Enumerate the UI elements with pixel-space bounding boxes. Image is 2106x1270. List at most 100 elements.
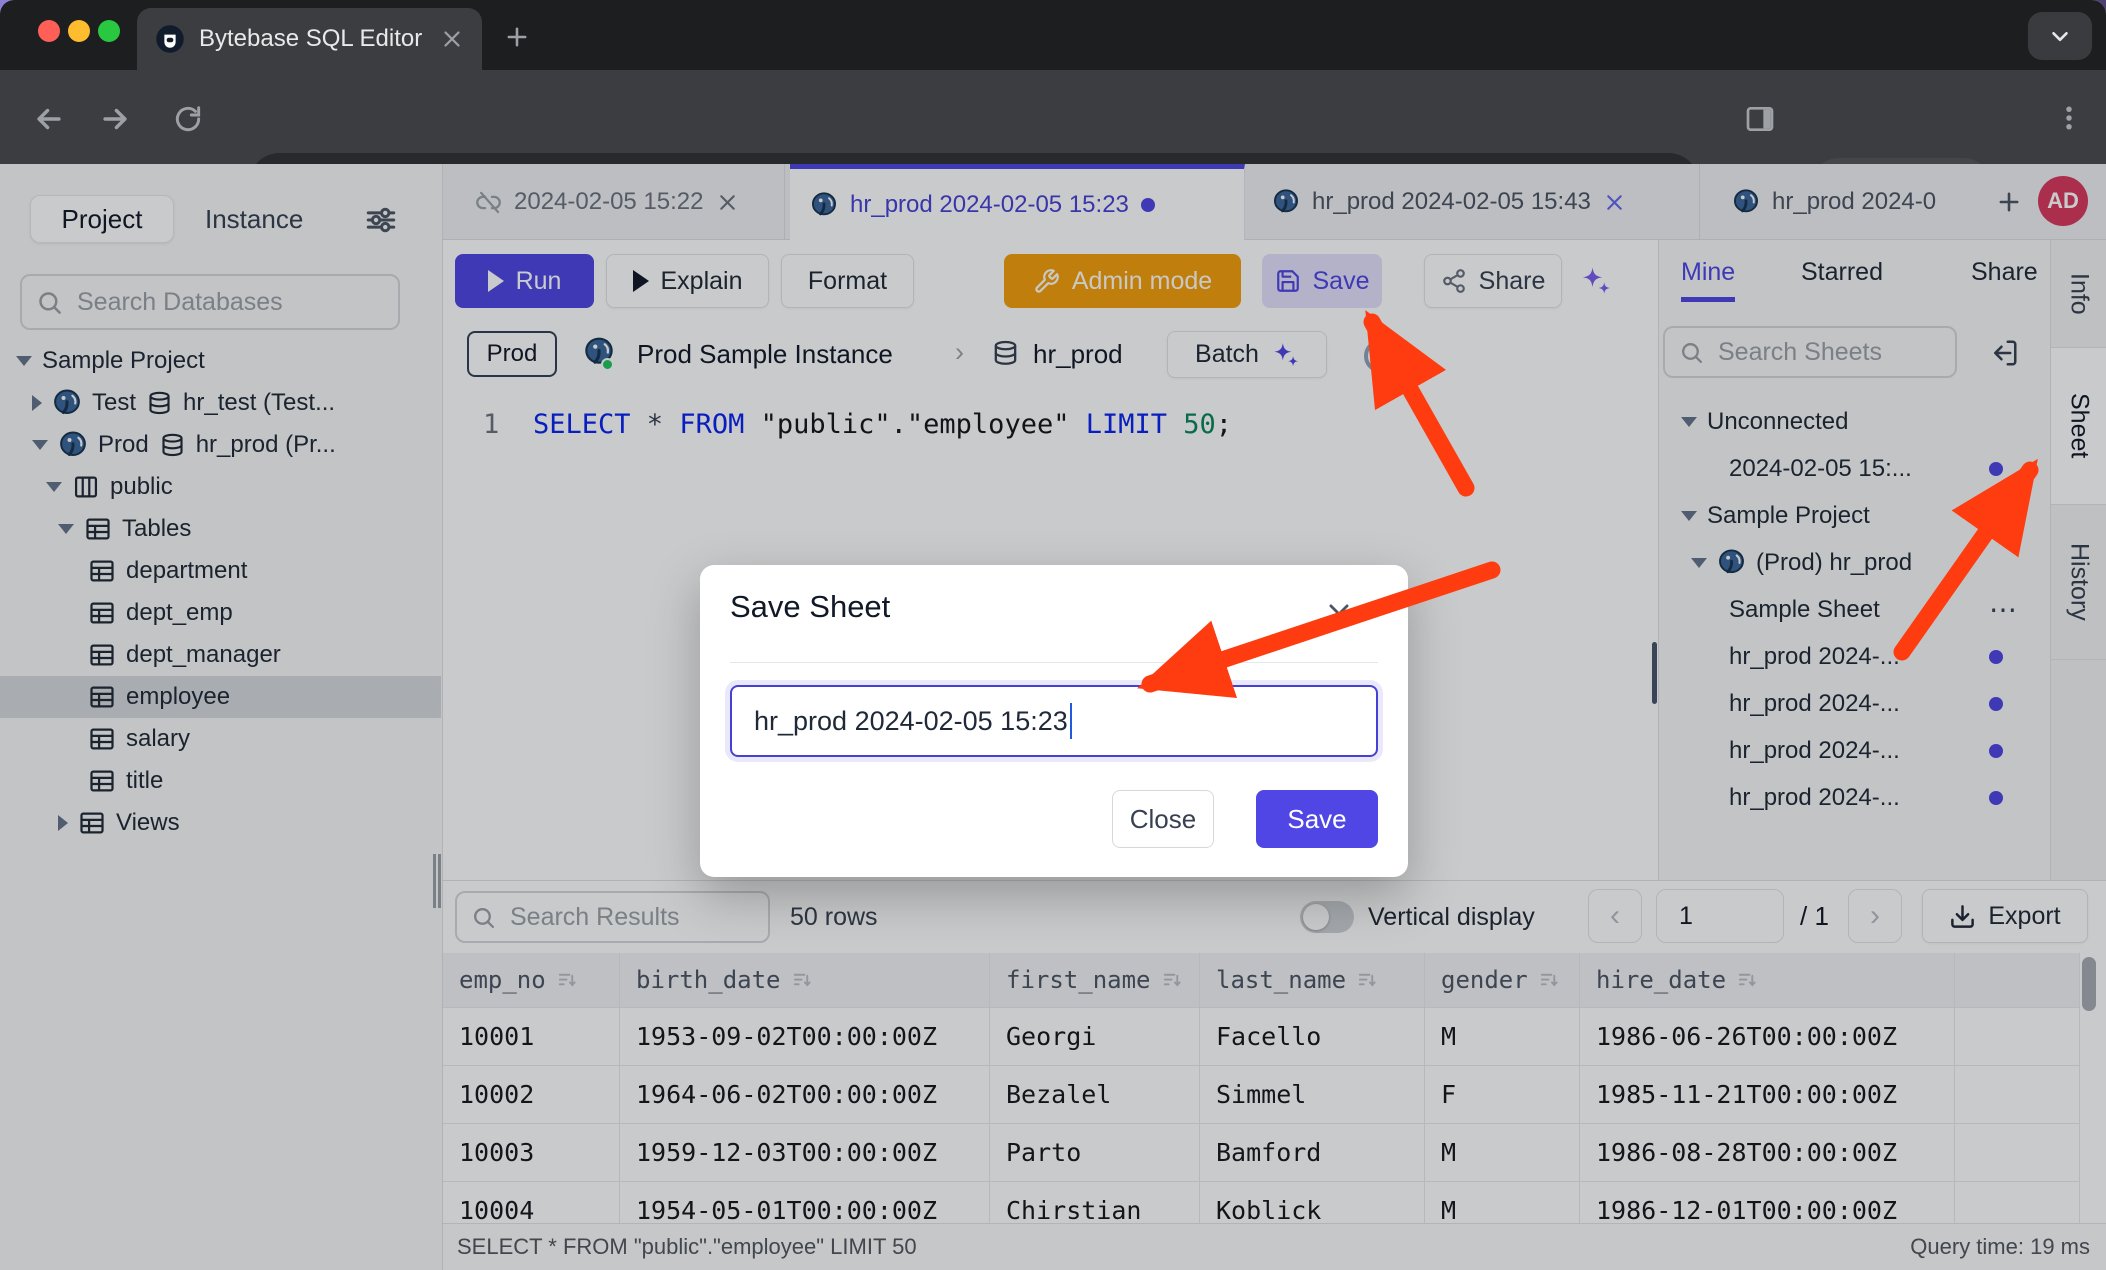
sort-icon[interactable] bbox=[556, 969, 579, 992]
database-search-input[interactable] bbox=[75, 287, 384, 318]
user-avatar[interactable]: AD bbox=[2038, 176, 2088, 226]
rail-tab-sheet[interactable]: Sheet bbox=[2051, 348, 2106, 505]
sheet-search-input[interactable] bbox=[1716, 337, 1941, 368]
cell[interactable]: 1964-06-02T00:00:00Z bbox=[620, 1066, 990, 1124]
page-number-input[interactable] bbox=[1656, 889, 1784, 943]
cell[interactable]: Parto bbox=[990, 1124, 1200, 1182]
cell[interactable]: 10001 bbox=[443, 1008, 620, 1066]
next-page-button[interactable]: › bbox=[1848, 889, 1902, 943]
chevron-down-icon[interactable] bbox=[1691, 558, 1707, 568]
table-row[interactable]: 10001 1953-09-02T00:00:00Z Georgi Facell… bbox=[443, 1008, 2080, 1066]
tree-item-hr-prod[interactable]: Prod hr_prod (Pr... bbox=[0, 424, 441, 466]
cell[interactable]: Chirstian bbox=[990, 1182, 1200, 1224]
export-button[interactable]: Export bbox=[1922, 889, 2088, 943]
cell[interactable]: M bbox=[1425, 1124, 1580, 1182]
cell[interactable]: Bamford bbox=[1200, 1124, 1425, 1182]
tab-close-icon[interactable] bbox=[1603, 191, 1626, 214]
chevron-down-icon[interactable] bbox=[1681, 417, 1697, 427]
more-options-icon[interactable]: ⋯ bbox=[1989, 593, 2019, 626]
window-close-button[interactable] bbox=[38, 20, 60, 42]
sort-icon[interactable] bbox=[791, 969, 814, 992]
tab-mine[interactable]: Mine bbox=[1681, 258, 1735, 302]
cell[interactable]: Simmel bbox=[1200, 1066, 1425, 1124]
prev-page-button[interactable]: ‹ bbox=[1588, 889, 1642, 943]
tree-item-sample-project[interactable]: Sample Project bbox=[0, 340, 441, 382]
sync-ring-icon[interactable] bbox=[1364, 339, 1398, 373]
tab-project[interactable]: Project bbox=[30, 195, 174, 243]
column-header[interactable]: emp_no bbox=[443, 953, 620, 1008]
results-search-input[interactable] bbox=[508, 902, 754, 933]
column-header[interactable]: last_name bbox=[1200, 953, 1425, 1008]
cell[interactable]: 1986-08-28T00:00:00Z bbox=[1580, 1124, 1955, 1182]
sheet-group-unconnected[interactable]: Unconnected bbox=[1659, 398, 2051, 445]
sheet-tab-unsaved[interactable]: 2024-02-05 15:22 bbox=[455, 164, 785, 240]
chevron-down-icon[interactable] bbox=[1681, 511, 1697, 521]
vertical-display-toggle[interactable] bbox=[1300, 901, 1354, 933]
cell[interactable]: 1985-11-21T00:00:00Z bbox=[1580, 1066, 1955, 1124]
tree-item-table-dept-emp[interactable]: dept_emp bbox=[0, 592, 441, 634]
sheet-item[interactable]: 2024-02-05 15:... bbox=[1659, 445, 2051, 492]
sheet-item-sample-sheet[interactable]: Sample Sheet ⋯ bbox=[1659, 586, 2051, 633]
cell[interactable]: 1959-12-03T00:00:00Z bbox=[620, 1124, 990, 1182]
window-minimize-button[interactable] bbox=[68, 20, 90, 42]
tree-item-table-employee[interactable]: employee bbox=[0, 676, 441, 718]
reload-button[interactable] bbox=[172, 103, 204, 135]
cell[interactable]: M bbox=[1425, 1182, 1580, 1224]
sheet-item[interactable]: hr_prod 2024-... bbox=[1659, 774, 2051, 821]
tab-share[interactable]: Share bbox=[1971, 258, 2038, 287]
tree-item-table-title[interactable]: title bbox=[0, 760, 441, 802]
dialog-close-icon[interactable] bbox=[1324, 599, 1354, 629]
instance-name[interactable]: Prod Sample Instance bbox=[637, 339, 893, 370]
table-row[interactable]: 10002 1964-06-02T00:00:00Z Bezalel Simme… bbox=[443, 1066, 2080, 1124]
sort-icon[interactable] bbox=[1538, 969, 1561, 992]
run-button[interactable]: Run bbox=[455, 254, 594, 308]
save-button[interactable]: Save bbox=[1262, 254, 1382, 308]
batch-button[interactable]: Batch bbox=[1167, 331, 1327, 378]
cell[interactable]: Bezalel bbox=[990, 1066, 1200, 1124]
tree-item-table-department[interactable]: department bbox=[0, 550, 441, 592]
cell[interactable]: 1986-12-01T00:00:00Z bbox=[1580, 1182, 1955, 1224]
cell[interactable]: Facello bbox=[1200, 1008, 1425, 1066]
filter-sliders-icon[interactable] bbox=[364, 203, 398, 237]
sheet-item[interactable]: hr_prod 2024-... bbox=[1659, 633, 2051, 680]
tree-item-hr-test[interactable]: Test hr_test (Test... bbox=[0, 382, 441, 424]
tree-item-table-dept-manager[interactable]: dept_manager bbox=[0, 634, 441, 676]
cell[interactable]: 10002 bbox=[443, 1066, 620, 1124]
chevron-right-icon[interactable] bbox=[32, 395, 42, 411]
sheet-item[interactable]: hr_prod 2024-... bbox=[1659, 727, 2051, 774]
window-zoom-button[interactable] bbox=[98, 20, 120, 42]
rail-tab-info[interactable]: Info bbox=[2051, 240, 2106, 348]
sheet-name-input[interactable]: hr_prod 2024-02-05 15:23 bbox=[730, 685, 1378, 757]
tab-instance[interactable]: Instance bbox=[205, 195, 303, 243]
chevron-right-icon[interactable] bbox=[58, 815, 68, 831]
forward-button[interactable] bbox=[98, 102, 132, 136]
cell[interactable]: 10003 bbox=[443, 1124, 620, 1182]
format-button[interactable]: Format bbox=[781, 254, 914, 308]
rail-tab-history[interactable]: History bbox=[2051, 505, 2106, 660]
sort-icon[interactable] bbox=[1356, 969, 1379, 992]
tab-starred[interactable]: Starred bbox=[1801, 258, 1883, 287]
sort-icon[interactable] bbox=[1736, 969, 1759, 992]
tab-close-icon[interactable] bbox=[440, 27, 464, 51]
tree-item-tables[interactable]: Tables bbox=[0, 508, 441, 550]
sidebar-resize-handle[interactable] bbox=[433, 854, 441, 908]
sheet-item[interactable]: hr_prod 2024-... bbox=[1659, 680, 2051, 727]
column-header[interactable]: gender bbox=[1425, 953, 1580, 1008]
cell[interactable]: 1953-09-02T00:00:00Z bbox=[620, 1008, 990, 1066]
chevron-down-icon[interactable] bbox=[58, 524, 74, 534]
tree-item-schema-public[interactable]: public bbox=[0, 466, 441, 508]
table-row[interactable]: 10004 1954-05-01T00:00:00Z Chirstian Kob… bbox=[443, 1182, 2080, 1224]
tree-item-views[interactable]: Views bbox=[0, 802, 441, 844]
new-tab-button[interactable] bbox=[503, 23, 531, 51]
results-search[interactable] bbox=[455, 891, 770, 943]
cell[interactable]: 10004 bbox=[443, 1182, 620, 1224]
cell[interactable]: M bbox=[1425, 1008, 1580, 1066]
explain-button[interactable]: Explain bbox=[606, 254, 769, 308]
back-button[interactable] bbox=[32, 102, 66, 136]
database-search[interactable] bbox=[20, 274, 400, 330]
chevron-down-icon[interactable] bbox=[32, 440, 48, 450]
tab-close-icon[interactable] bbox=[716, 191, 739, 214]
side-panel-icon[interactable] bbox=[1744, 103, 1776, 135]
sort-icon[interactable] bbox=[1161, 969, 1184, 992]
browser-menu-icon[interactable] bbox=[2054, 103, 2084, 133]
